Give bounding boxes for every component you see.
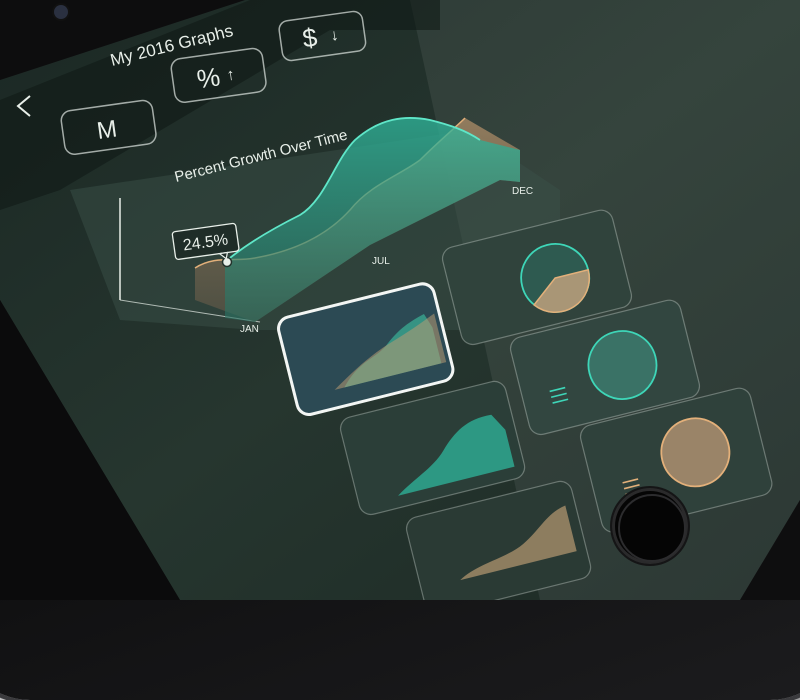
percent-icon: % xyxy=(195,61,222,94)
home-button-ring xyxy=(618,494,686,562)
phone-screen: My 2016 Graphs $ ↓ % ↑ M Percent Growth … xyxy=(0,0,800,600)
x-label-dec: DEC xyxy=(512,186,533,197)
front-camera xyxy=(54,5,68,19)
home-button[interactable] xyxy=(612,488,688,564)
x-label-jul: JUL xyxy=(372,256,390,267)
period-label: M xyxy=(95,115,119,145)
x-label-jan: JAN xyxy=(240,324,259,335)
selected-data-point[interactable] xyxy=(221,256,233,268)
